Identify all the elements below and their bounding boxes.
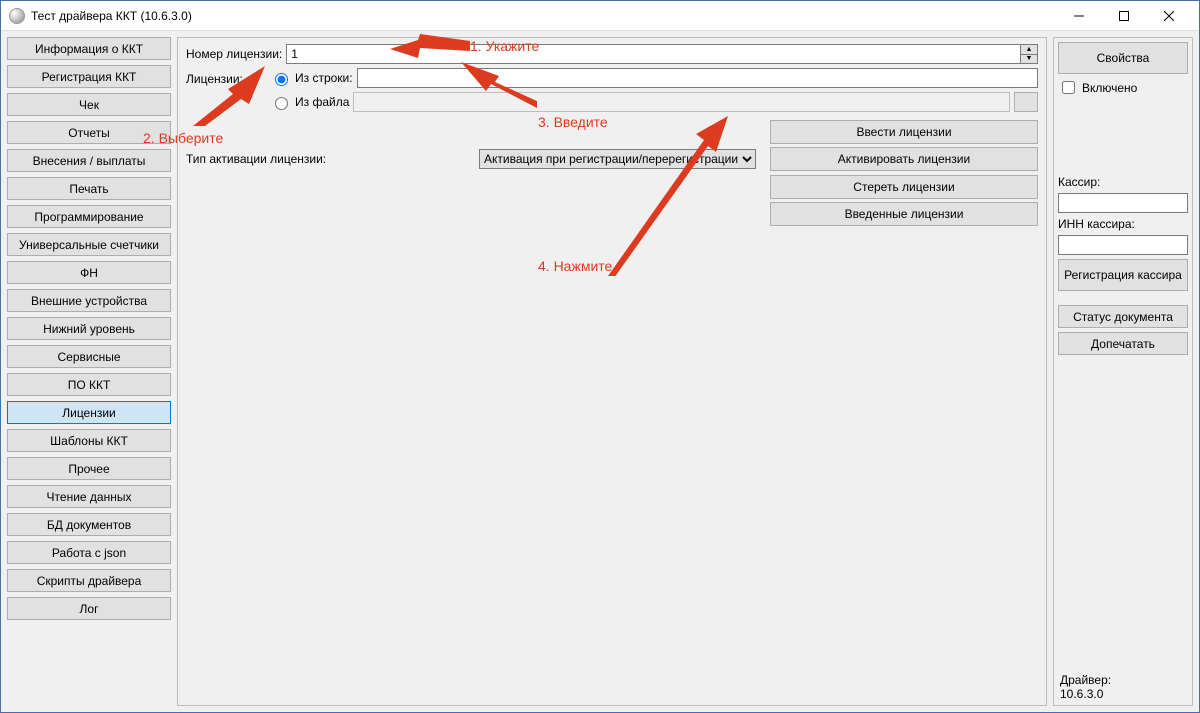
- sidebar-item-17[interactable]: БД документов: [7, 513, 171, 536]
- right-column: Свойства Включено Кассир: ИНН кассира: Р…: [1053, 37, 1193, 706]
- app-window: Тест драйвера ККТ (10.6.3.0) Информация …: [0, 0, 1200, 713]
- license-file-input: [353, 92, 1010, 112]
- license-string-input[interactable]: [357, 68, 1038, 88]
- cashier-input[interactable]: [1058, 193, 1188, 213]
- sidebar-item-15[interactable]: Прочее: [7, 457, 171, 480]
- sidebar-item-18[interactable]: Работа с json: [7, 541, 171, 564]
- register-cashier-button[interactable]: Регистрация кассира: [1058, 259, 1188, 291]
- sidebar-item-10[interactable]: Нижний уровень: [7, 317, 171, 340]
- enabled-checkbox[interactable]: [1062, 81, 1075, 94]
- sidebar-item-7[interactable]: Универсальные счетчики: [7, 233, 171, 256]
- sidebar-item-12[interactable]: ПО ККТ: [7, 373, 171, 396]
- browse-button[interactable]: [1014, 92, 1038, 112]
- annotation-4: 4. Нажмите: [538, 258, 612, 274]
- reprint-button[interactable]: Допечатать: [1058, 332, 1188, 355]
- sidebar-item-3[interactable]: Отчеты: [7, 121, 171, 144]
- sidebar-item-16[interactable]: Чтение данных: [7, 485, 171, 508]
- cashier-inn-label: ИНН кассира:: [1058, 217, 1188, 231]
- license-number-label: Номер лицензии:: [186, 47, 282, 61]
- sidebar-item-8[interactable]: ФН: [7, 261, 171, 284]
- enabled-label: Включено: [1082, 81, 1137, 95]
- enter-licenses-button[interactable]: Ввести лицензии: [770, 120, 1038, 144]
- radio-from-string-label: Из строки:: [295, 71, 353, 85]
- radio-from-string[interactable]: [275, 73, 288, 86]
- sidebar-item-4[interactable]: Внесения / выплаты: [7, 149, 171, 172]
- sidebar-item-0[interactable]: Информация о ККТ: [7, 37, 171, 60]
- right-panel: Свойства Включено Кассир: ИНН кассира: Р…: [1053, 37, 1193, 706]
- erase-licenses-button[interactable]: Стереть лицензии: [770, 175, 1038, 199]
- entered-licenses-button[interactable]: Введенные лицензии: [770, 202, 1038, 226]
- activation-type-label: Тип активации лицензии:: [186, 152, 326, 166]
- titlebar: Тест драйвера ККТ (10.6.3.0): [1, 1, 1199, 31]
- main-panel: Номер лицензии: ▲▼ Лицензии: Из строки:: [177, 37, 1047, 706]
- sidebar-item-14[interactable]: Шаблоны ККТ: [7, 429, 171, 452]
- spin-up-icon: ▲: [1021, 45, 1037, 55]
- sidebar-item-2[interactable]: Чек: [7, 93, 171, 116]
- activate-licenses-button[interactable]: Активировать лицензии: [770, 147, 1038, 171]
- sidebar-item-19[interactable]: Скрипты драйвера: [7, 569, 171, 592]
- close-button[interactable]: [1146, 1, 1191, 30]
- activation-type-combo[interactable]: Активация при регистрации/перерегистраци…: [479, 149, 756, 169]
- sidebar-item-11[interactable]: Сервисные: [7, 345, 171, 368]
- license-number-spinner[interactable]: ▲▼: [286, 44, 1038, 64]
- minimize-button[interactable]: [1056, 1, 1101, 30]
- sidebar-item-9[interactable]: Внешние устройства: [7, 289, 171, 312]
- spin-down-icon: ▼: [1021, 55, 1037, 64]
- properties-button[interactable]: Свойства: [1058, 42, 1188, 74]
- cashier-inn-input[interactable]: [1058, 235, 1188, 255]
- sidebar-item-1[interactable]: Регистрация ККТ: [7, 65, 171, 88]
- sidebar-item-5[interactable]: Печать: [7, 177, 171, 200]
- cashier-label: Кассир:: [1058, 175, 1188, 189]
- license-number-input[interactable]: [286, 44, 1020, 64]
- licenses-label: Лицензии:: [186, 72, 243, 86]
- radio-from-file-label: Из файла: [295, 95, 349, 109]
- sidebar-item-13[interactable]: Лицензии: [7, 401, 171, 424]
- sidebar-item-6[interactable]: Программирование: [7, 205, 171, 228]
- window-title: Тест драйвера ККТ (10.6.3.0): [31, 9, 192, 23]
- sidebar: Информация о ККТ Регистрация ККТ Чек Отчеты…: [7, 37, 171, 706]
- driver-info: Драйвер: 10.6.3.0: [1060, 673, 1111, 701]
- doc-status-button[interactable]: Статус документа: [1058, 305, 1188, 328]
- maximize-button[interactable]: [1101, 1, 1146, 30]
- app-icon: [9, 8, 25, 24]
- radio-from-file[interactable]: [275, 97, 288, 110]
- sidebar-item-20[interactable]: Лог: [7, 597, 171, 620]
